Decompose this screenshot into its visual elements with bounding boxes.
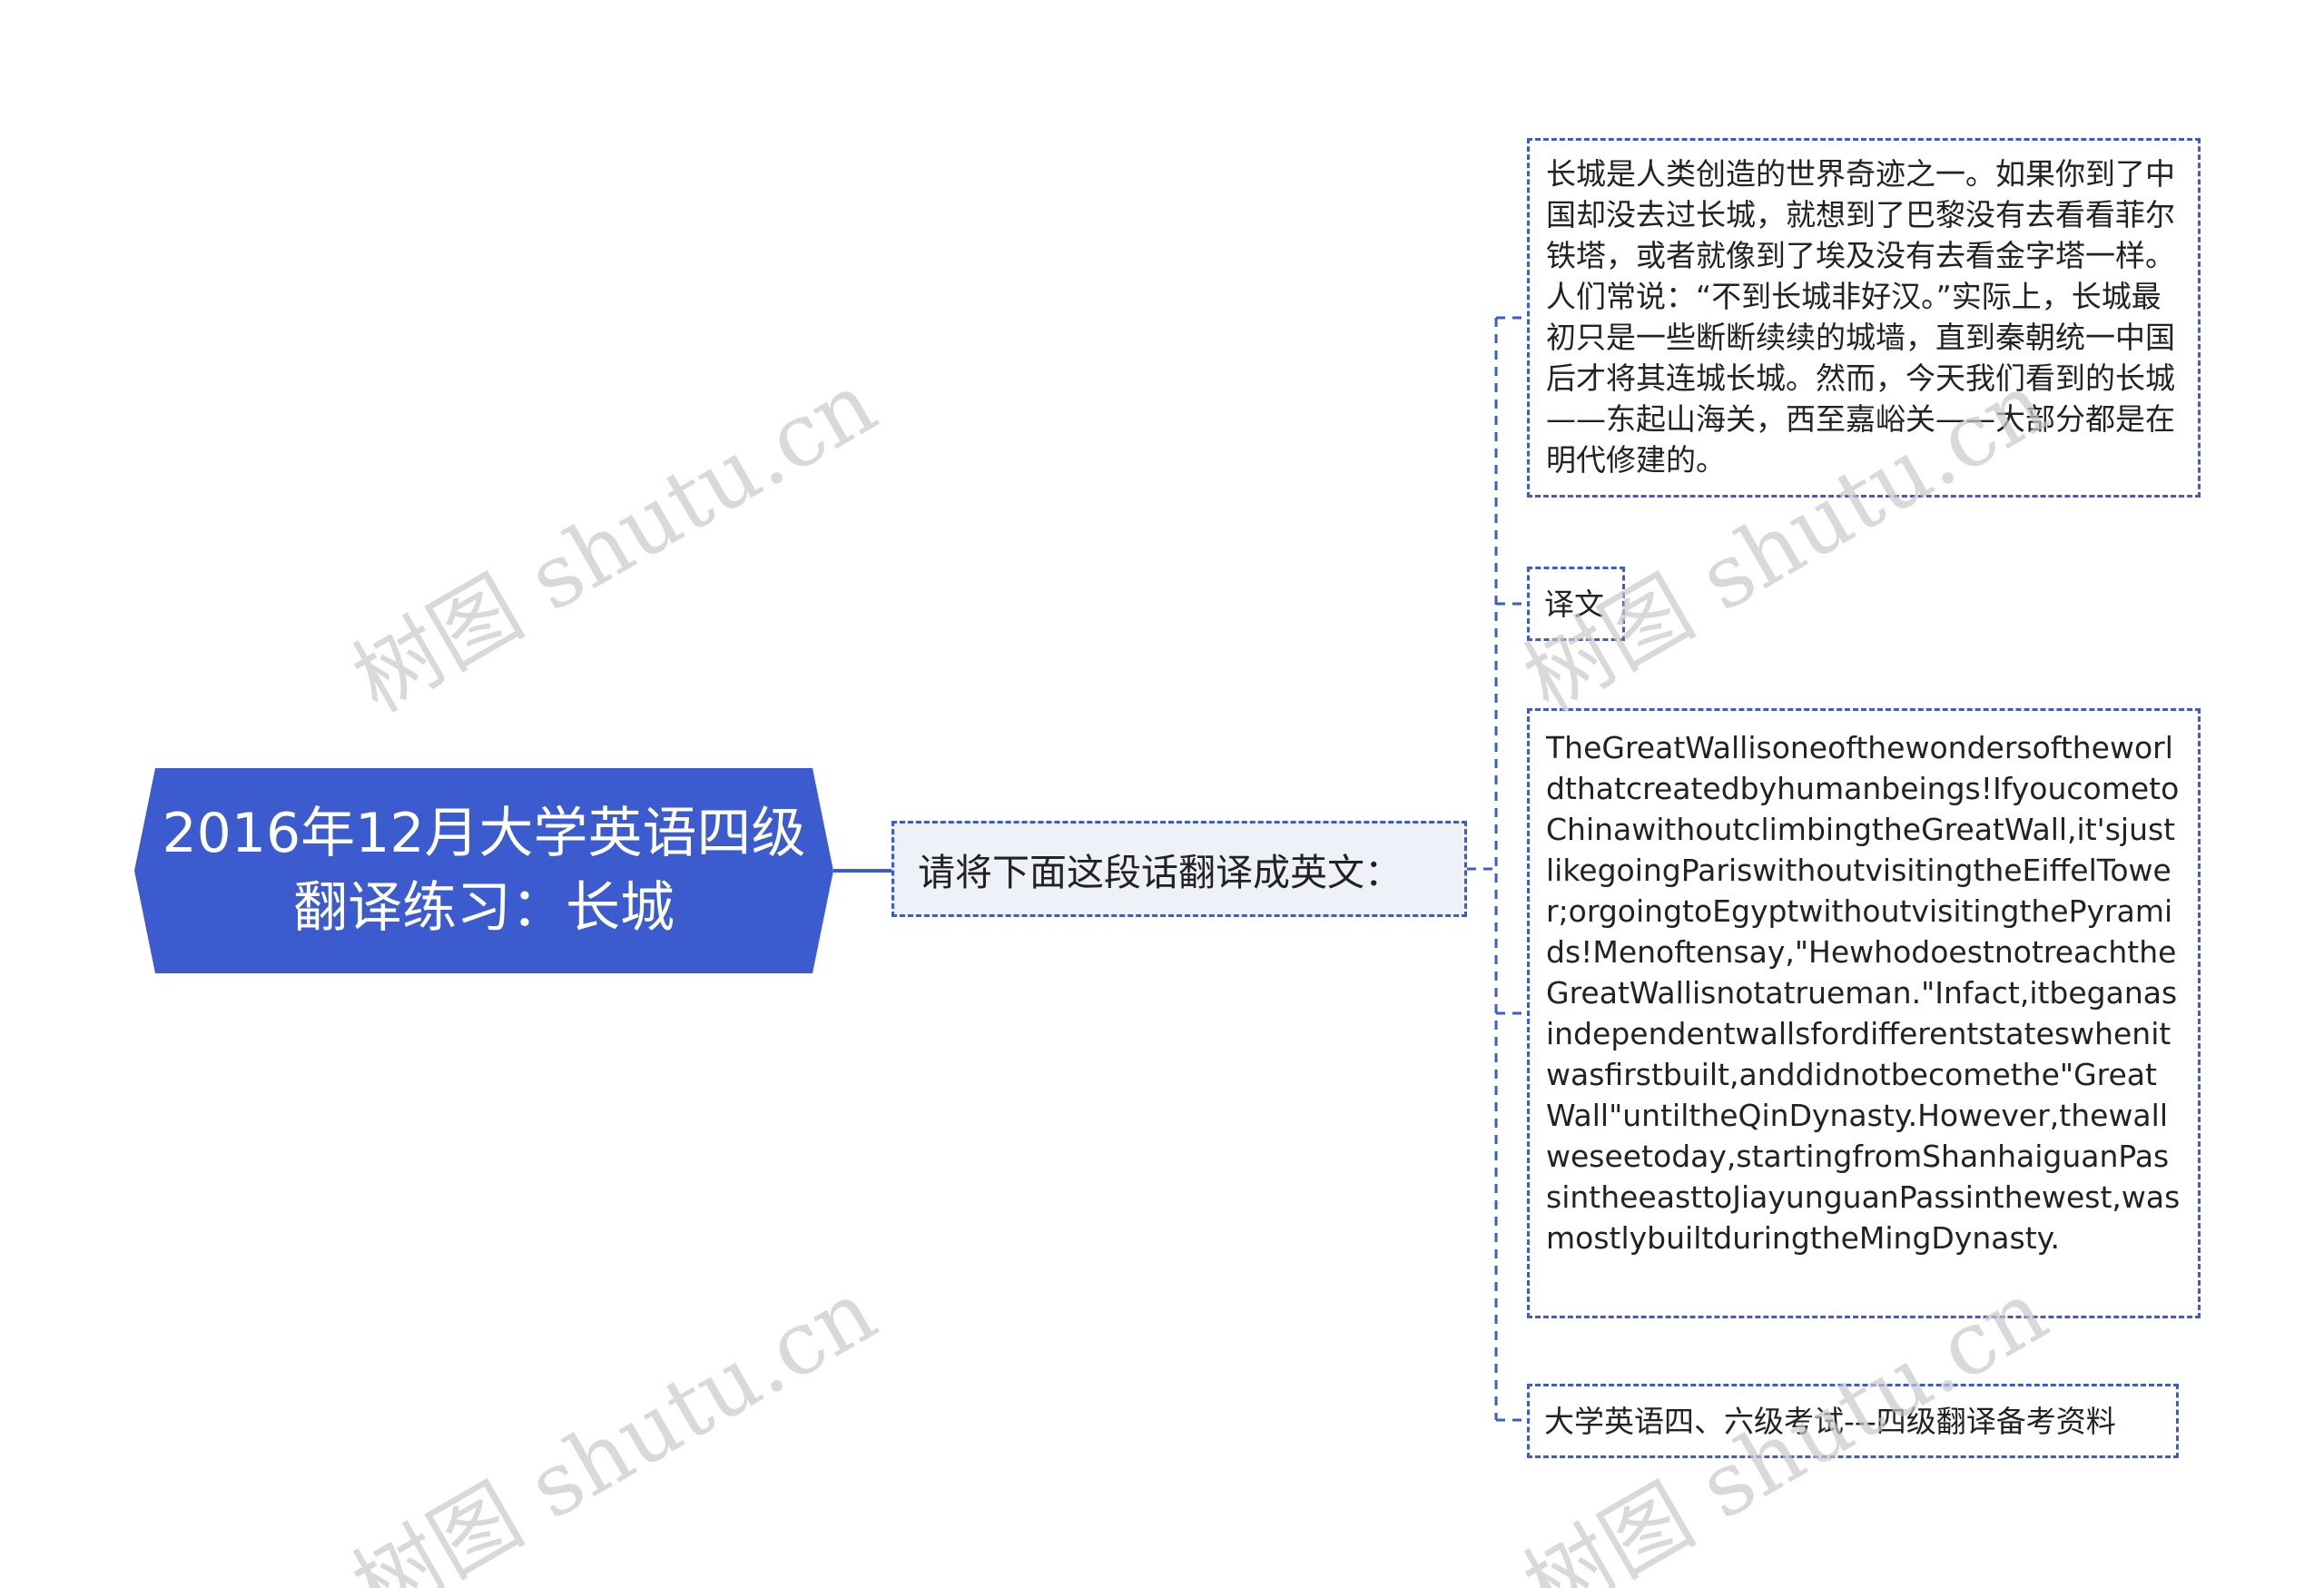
reference-node[interactable]: 大学英语四、六级考试---四级翻译备考资料 <box>1527 1384 2179 1458</box>
prompt-topic-node[interactable]: 请将下面这段话翻译成英文： <box>891 821 1467 917</box>
mind-map-canvas: 2016年12月大学英语四级 翻译练习：长城 请将下面这段话翻译成英文： 长城是… <box>0 0 2324 1588</box>
root-topic-node[interactable]: 2016年12月大学英语四级 翻译练习：长城 <box>134 768 833 973</box>
translation-label-text: 译文 <box>1544 586 1604 622</box>
english-text-node[interactable]: TheGreatWallisoneofthewondersoftheworldt… <box>1527 708 2201 1318</box>
chinese-text-label: 长城是人类创造的世界奇迹之一。如果你到了中国却没去过长城，就想到了巴黎没有去看看… <box>1546 156 2175 478</box>
chinese-text-node[interactable]: 长城是人类创造的世界奇迹之一。如果你到了中国却没去过长城，就想到了巴黎没有去看看… <box>1527 138 2201 498</box>
english-text-label: TheGreatWallisoneofthewondersoftheworldt… <box>1546 730 2181 1256</box>
prompt-topic-label: 请将下面这段话翻译成英文： <box>918 851 1402 894</box>
translation-label-node[interactable]: 译文 <box>1527 567 1625 641</box>
root-topic-label: 2016年12月大学英语四级 翻译练习：长城 <box>162 802 806 940</box>
reference-label: 大学英语四、六级考试---四级翻译备考资料 <box>1544 1403 2116 1439</box>
